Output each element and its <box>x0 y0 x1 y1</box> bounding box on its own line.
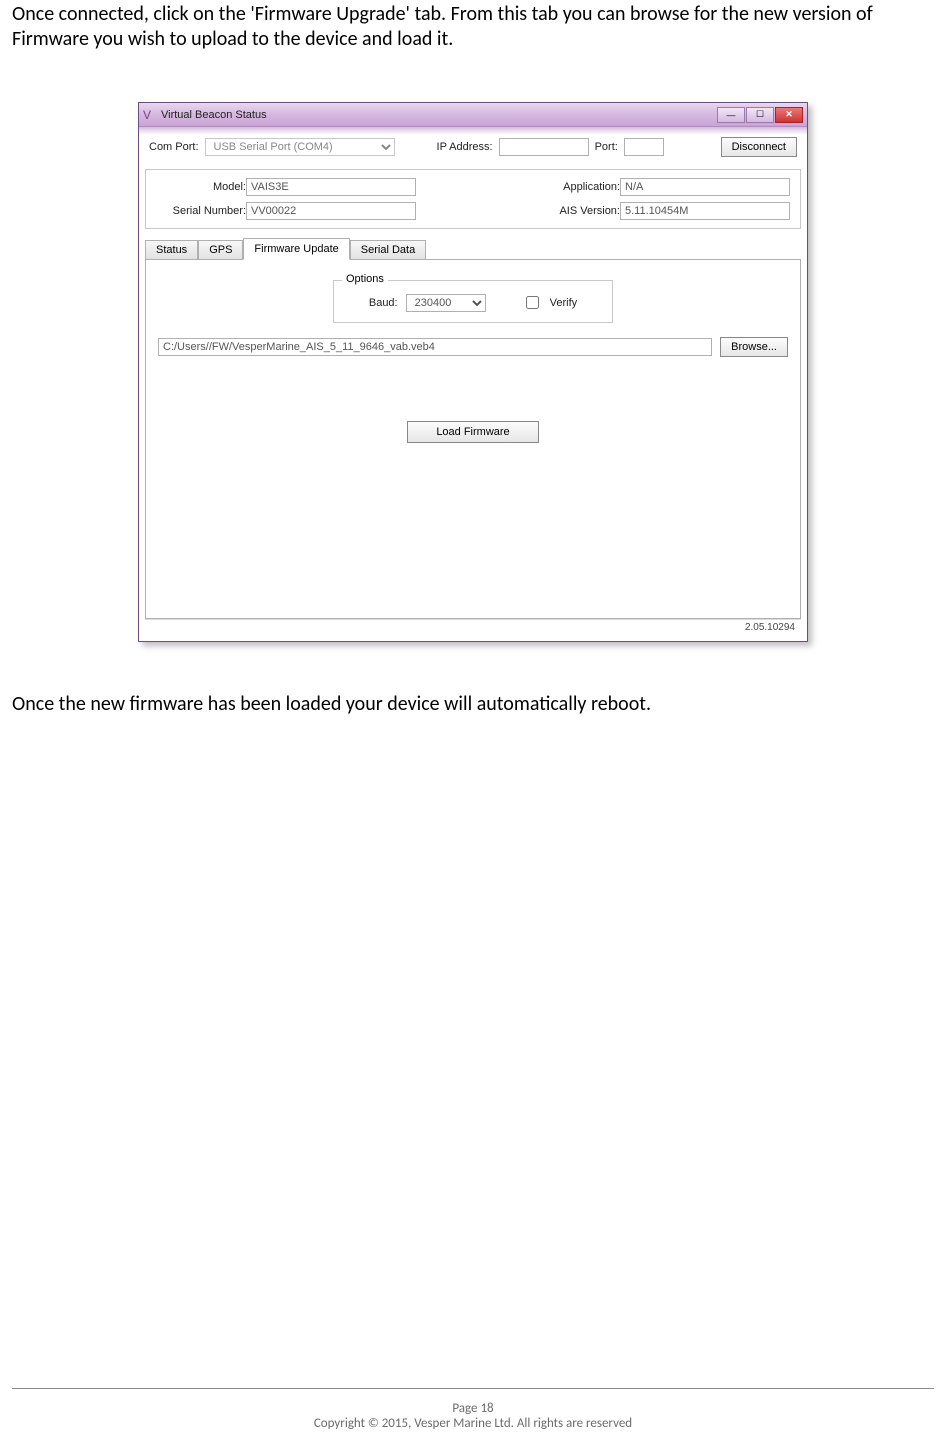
load-firmware-button[interactable]: Load Firmware <box>407 421 538 443</box>
close-button[interactable]: ✕ <box>775 107 803 123</box>
maximize-button[interactable]: ☐ <box>746 107 774 123</box>
window-titlebar[interactable]: V Virtual Beacon Status — ☐ ✕ <box>139 103 807 127</box>
copyright-text: Copyright © 2015, Vesper Marine Ltd. All… <box>12 1416 934 1431</box>
comport-select[interactable]: USB Serial Port (COM4) <box>205 138 395 156</box>
tab-status[interactable]: Status <box>145 240 198 260</box>
outro-paragraph: Once the new firmware has been loaded yo… <box>12 692 934 716</box>
app-icon: V <box>143 108 157 122</box>
port-input[interactable] <box>624 138 664 156</box>
minimize-button[interactable]: — <box>717 107 745 123</box>
page-number: Page 18 <box>12 1401 934 1416</box>
ip-label: IP Address: <box>437 141 493 153</box>
port-label: Port: <box>595 141 618 153</box>
tab-firmware-update[interactable]: Firmware Update <box>243 238 349 260</box>
ais-version-label: AIS Version: <box>530 205 620 217</box>
ip-input[interactable] <box>499 138 589 156</box>
options-group: Options Baud: 230400 Verify <box>333 280 613 323</box>
comport-label: Com Port: <box>149 141 199 153</box>
tab-serial-data[interactable]: Serial Data <box>350 240 426 260</box>
application-label: Application: <box>530 181 620 193</box>
disconnect-button[interactable]: Disconnect <box>721 137 797 157</box>
app-version-footer: 2.05.10294 <box>145 619 801 635</box>
connection-row: Com Port: USB Serial Port (COM4) IP Addr… <box>145 133 801 163</box>
model-field <box>246 178 416 196</box>
verify-checkbox[interactable] <box>526 296 539 309</box>
model-label: Model: <box>156 181 246 193</box>
baud-select[interactable]: 230400 <box>406 294 486 312</box>
tab-strip: Status GPS Firmware Update Serial Data <box>145 237 801 259</box>
intro-paragraph: Once connected, click on the 'Firmware U… <box>12 0 934 52</box>
ais-version-field <box>620 202 790 220</box>
app-window-screenshot: V Virtual Beacon Status — ☐ ✕ Com Port: … <box>138 102 808 642</box>
browse-button[interactable]: Browse... <box>720 337 788 357</box>
device-info-group: Model: Application: Serial Number: AIS V… <box>145 169 801 229</box>
serial-label: Serial Number: <box>156 205 246 217</box>
verify-label: Verify <box>550 297 578 309</box>
file-path-row: Browse... <box>158 337 788 357</box>
page-footer: Page 18 Copyright © 2015, Vesper Marine … <box>12 1388 934 1431</box>
file-path-input[interactable] <box>158 338 712 356</box>
firmware-tab-panel: Options Baud: 230400 Verify <box>145 259 801 619</box>
serial-field <box>246 202 416 220</box>
application-field <box>620 178 790 196</box>
tab-gps[interactable]: GPS <box>198 240 243 260</box>
baud-label: Baud: <box>369 297 398 309</box>
window-title: Virtual Beacon Status <box>161 109 267 121</box>
options-legend: Options <box>342 273 388 285</box>
